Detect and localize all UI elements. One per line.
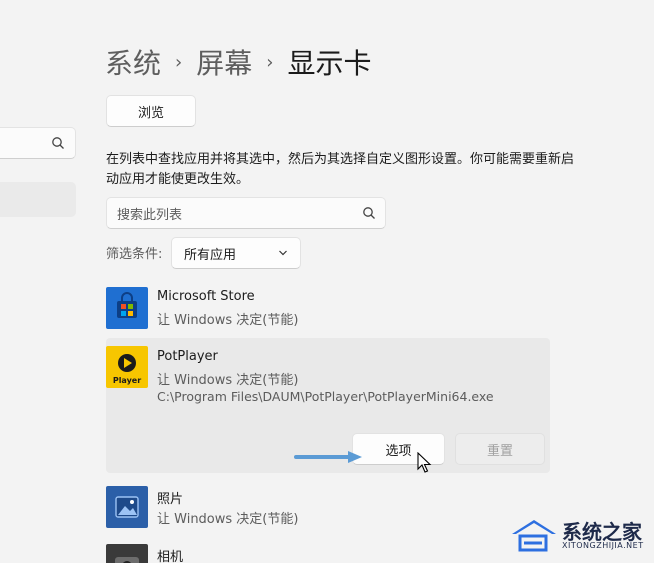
- watermark-logo-icon: [512, 520, 556, 552]
- list-search-placeholder: 搜索此列表: [117, 207, 183, 223]
- app-list-item-photos[interactable]: 照片 让 Windows 决定(节能): [106, 484, 550, 534]
- browse-button[interactable]: 浏览: [106, 95, 196, 127]
- sidebar-item-selected[interactable]: [0, 182, 76, 217]
- app-name: Microsoft Store: [157, 289, 255, 304]
- reset-button[interactable]: 重置: [455, 433, 545, 465]
- app-name: 照片: [157, 492, 184, 507]
- app-gpu-setting: 让 Windows 决定(节能): [157, 373, 299, 388]
- app-gpu-setting: 让 Windows 决定(节能): [157, 313, 299, 328]
- search-icon: [52, 137, 64, 149]
- description-text: 在列表中查找应用并将其选中，然后为其选择自定义图形设置。你可能需要重新启动应用才…: [106, 152, 575, 187]
- filter-selected-value: 所有应用: [184, 247, 237, 263]
- app-gpu-setting: 让 Windows 决定(节能): [157, 512, 299, 527]
- microsoft-store-icon: [106, 287, 148, 329]
- potplayer-icon-label: Player: [113, 376, 141, 385]
- watermark: 系统之家 XITONGZHIJIA.NET: [506, 516, 654, 556]
- pointer-arrow-icon: [294, 451, 362, 463]
- app-path: C:\Program Files\DAUM\PotPlayer\PotPlaye…: [157, 389, 494, 404]
- chevron-right-icon: ›: [175, 51, 183, 73]
- search-icon: [363, 207, 375, 219]
- page-title: 显示卡: [287, 47, 372, 80]
- photos-icon: [106, 486, 148, 528]
- mouse-cursor-icon: [417, 452, 432, 473]
- breadcrumb-item-system[interactable]: 系统: [105, 42, 161, 82]
- app-name: PotPlayer: [157, 349, 218, 364]
- app-list-item-camera[interactable]: 相机: [106, 542, 550, 563]
- breadcrumb: 系统 › 屏幕 › 显示卡: [105, 42, 371, 82]
- chevron-right-icon: ›: [266, 51, 274, 73]
- filter-dropdown[interactable]: 所有应用: [171, 237, 301, 269]
- breadcrumb-item-display[interactable]: 屏幕: [196, 42, 252, 82]
- app-name: 相机: [157, 550, 184, 563]
- app-list-item-microsoft-store[interactable]: Microsoft Store 让 Windows 决定(节能): [106, 285, 550, 335]
- list-search-input[interactable]: 搜索此列表: [106, 197, 386, 229]
- watermark-url: XITONGZHIJIA.NET: [562, 541, 644, 550]
- chevron-down-icon: [279, 250, 287, 256]
- camera-icon: [106, 544, 148, 563]
- settings-window: 系统 › 屏幕 › 显示卡 浏览 在列表中查找应用并将其选中，然后为其选择自定义…: [0, 0, 654, 563]
- potplayer-icon: Player: [106, 346, 148, 388]
- sidebar-search-input[interactable]: [0, 127, 76, 159]
- filter-label: 筛选条件:: [106, 247, 163, 262]
